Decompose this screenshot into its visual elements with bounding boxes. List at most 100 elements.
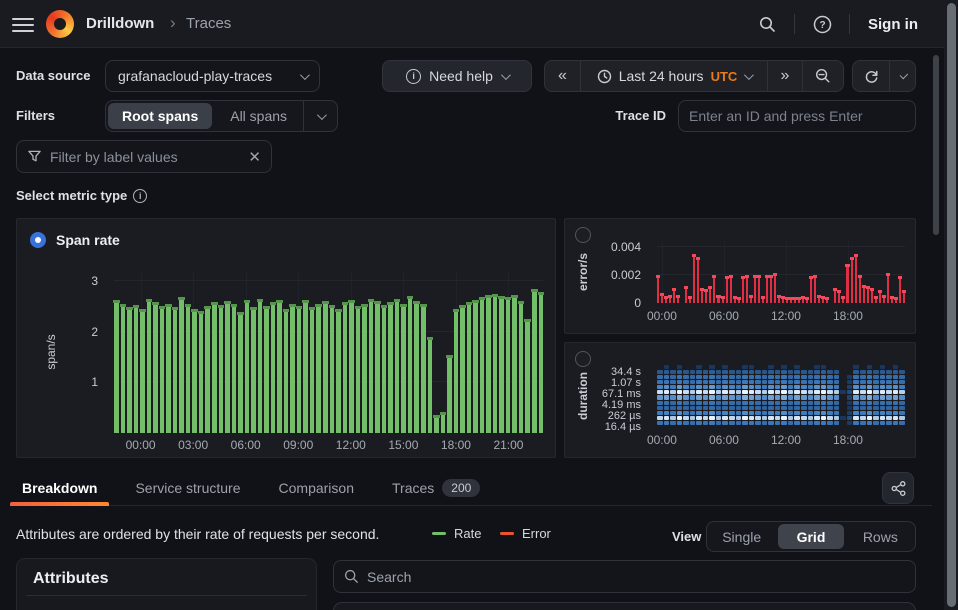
heatmap-cell [781,411,787,415]
heatmap-cell [749,380,755,384]
bar [506,297,511,433]
bar [855,254,857,303]
heatmap-cell [716,416,722,420]
heatmap-cell [788,411,794,415]
view-single[interactable]: Single [709,524,774,549]
heatmap-cell [670,380,676,384]
heatmap-cell [899,375,905,379]
heatmap-cell [781,390,787,394]
info-icon[interactable]: i [133,189,147,203]
refresh-interval-dropdown[interactable] [889,60,916,92]
bar [486,295,491,433]
search-input[interactable] [367,569,905,585]
time-shift-forward-button[interactable]: » [767,60,803,92]
heatmap-cell [808,370,814,374]
bar [790,297,792,303]
tab-service-structure[interactable]: Service structure [129,470,246,506]
bar [802,296,804,303]
heatmap-cell [886,416,892,420]
heatmap-cell [657,421,663,425]
heatmap-cell [827,421,833,425]
tab-label: Service structure [135,480,240,496]
span-scope-all-spans[interactable]: All spans [216,103,301,129]
heatmap-cell [736,401,742,405]
view-grid[interactable]: Grid [778,524,843,549]
scrollbar-track[interactable] [944,0,958,610]
view-rows[interactable]: Rows [848,524,913,549]
span-scope-dropdown[interactable] [303,101,337,131]
breadcrumb-app[interactable]: Drilldown [86,15,154,32]
time-shift-back-button[interactable]: « [544,60,581,92]
bar [798,297,800,303]
scrollbar-thumb[interactable] [947,3,956,607]
time-range-picker[interactable]: Last 24 hours UTC [580,60,768,92]
bar [284,309,289,433]
bar [480,297,485,433]
tab-comparison[interactable]: Comparison [273,470,360,506]
heatmap-cell [657,370,663,374]
heatmap-cell [762,380,768,384]
top-nav: Drilldown › Traces ? Sign in [0,0,958,48]
heatmap-cell [775,395,781,399]
data-source-select[interactable]: grafanacloud-play-traces [105,60,320,92]
bar-cap [837,290,841,293]
heatmap-cell [873,416,879,420]
span-scope-root-spans[interactable]: Root spans [108,103,212,129]
y-tick-label: 0.002 [611,268,641,282]
heatmap-cell [755,380,761,384]
bar [726,276,728,303]
heatmap-cell [867,406,873,410]
heatmap-cell [762,395,768,399]
bar-cap [882,295,886,298]
label-filter-input[interactable] [50,149,240,165]
heatmap-cell [729,390,735,394]
heatmap-cell [794,385,800,389]
heatmap-row [657,411,905,415]
heatmap-cell [775,411,781,415]
bar [697,257,699,304]
need-help-button[interactable]: i Need help [382,60,532,92]
share-button[interactable] [882,472,914,504]
heatmap-cell [768,395,774,399]
refresh-button[interactable] [852,60,890,92]
heatmap-cell [873,370,879,374]
y-tick-label: 2 [91,325,98,339]
bar [701,288,703,304]
heatmap-cell [893,365,899,369]
span-rate-radio[interactable] [30,232,46,248]
heatmap-cell [729,416,735,420]
attributes-title: Attributes [33,570,109,588]
heatmap-cell [677,411,683,415]
heatmap-cell [860,375,866,379]
heatmap-cell [690,395,696,399]
tab-breakdown[interactable]: Breakdown [16,470,103,506]
heatmap-cell [690,401,696,405]
search-icon[interactable] [752,9,782,39]
heatmap-cell [690,406,696,410]
sign-in-button[interactable]: Sign in [862,12,924,37]
menu-icon[interactable] [12,14,34,34]
heatmap-cell [683,380,689,384]
heatmap-cell [899,370,905,374]
grafana-logo-icon[interactable] [46,10,74,38]
trace-id-input[interactable] [678,100,916,132]
clear-filter-icon[interactable]: ✕ [248,148,261,166]
view-label: View [672,529,701,544]
heatmap-cell [893,380,899,384]
x-tick-label: 18:00 [833,433,863,447]
heatmap-cell [821,380,827,384]
help-icon[interactable]: ? [807,9,837,39]
bar-cap [854,254,858,257]
heatmap-cell [808,411,814,415]
inner-scrollbar-thumb[interactable] [933,55,939,235]
heatmap-cell [781,375,787,379]
heatmap-cell [853,380,859,384]
bar-series [114,271,543,433]
heatmap-cell [867,416,873,420]
breadcrumb-page[interactable]: Traces [186,15,231,32]
heatmap-cell [801,390,807,394]
time-zoom-out-button[interactable] [802,60,844,92]
heatmap-cell [729,395,735,399]
tab-traces[interactable]: Traces 200 [386,470,486,506]
heatmap-cell [736,395,742,399]
